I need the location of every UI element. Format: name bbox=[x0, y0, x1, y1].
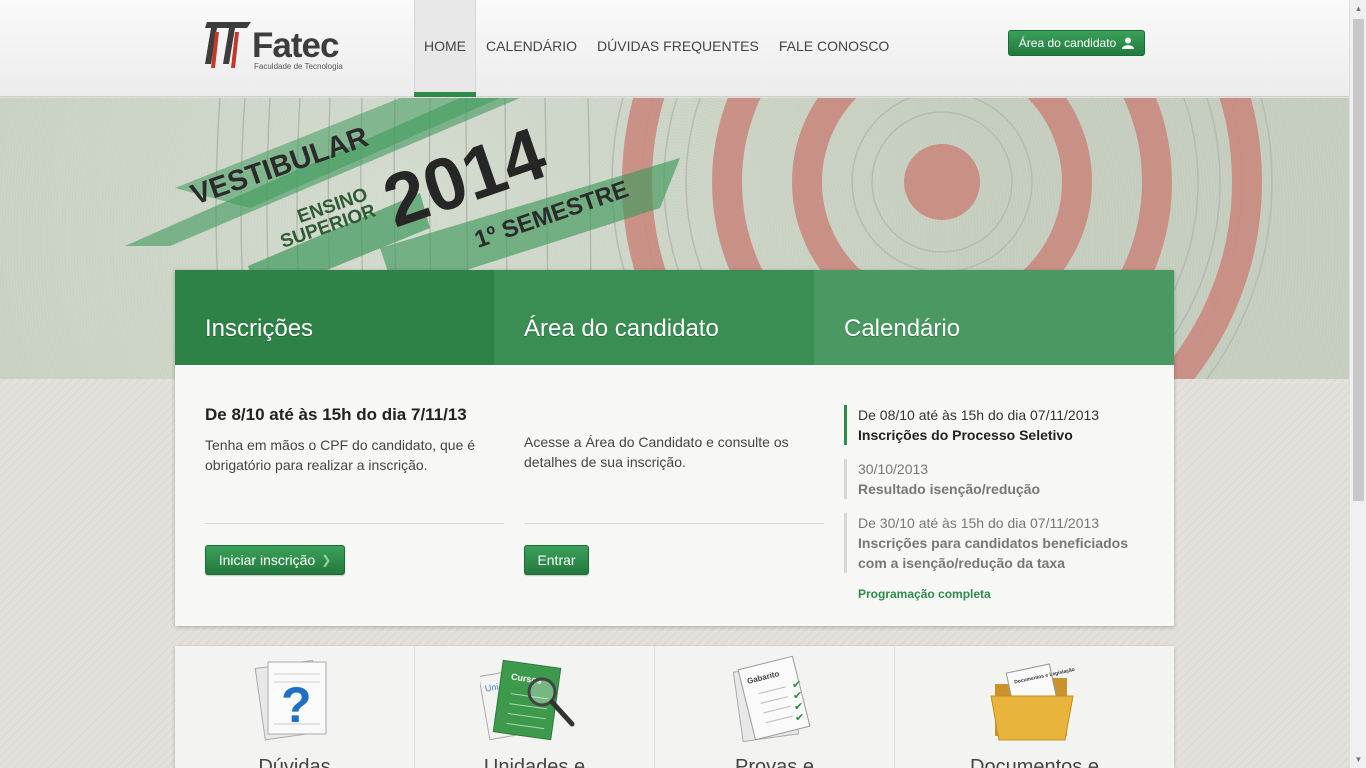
nav-home[interactable]: HOME bbox=[414, 0, 476, 97]
iniciar-inscricao-button[interactable]: Iniciar inscrição ❯ bbox=[205, 545, 345, 575]
answer-sheet-icon: Gabarito ✔✔✔✔ bbox=[732, 655, 810, 743]
calendar-item-date: De 08/10 até às 15h do dia 07/11/2013 bbox=[858, 407, 1100, 423]
tab-area-do-candidato[interactable]: Área do candidato bbox=[494, 270, 814, 365]
entrar-label: Entrar bbox=[537, 552, 576, 568]
calendar-item-title: Inscrições do Processo Seletivo bbox=[858, 427, 1073, 443]
area-divider bbox=[524, 523, 824, 524]
card-duvidas[interactable]: ? Dúvidas bbox=[175, 646, 415, 768]
calendar-item[interactable]: 30/10/2013 Resultado isenção/redução bbox=[844, 459, 1144, 499]
inscricoes-text: Tenha em mãos o CPF do candidato, que é … bbox=[205, 437, 476, 473]
inscricoes-divider bbox=[205, 523, 504, 524]
card-documentos-label: Documentos e bbox=[970, 756, 1099, 768]
chevron-right-icon: ❯ bbox=[321, 553, 332, 567]
page-scrollbar[interactable]: ▲ ▼ bbox=[1349, 0, 1366, 768]
fatec-logo[interactable]: Fatec Faculdade de Tecnologia bbox=[205, 18, 365, 74]
iniciar-inscricao-label: Iniciar inscrição bbox=[218, 552, 316, 568]
logo-subtitle: Faculdade de Tecnologia bbox=[254, 62, 343, 71]
inscricoes-title: De 8/10 até às 15h do dia 7/11/13 bbox=[205, 405, 467, 424]
fatec-logo-mark-icon bbox=[205, 22, 251, 68]
site-header: Fatec Faculdade de Tecnologia HOME CALEN… bbox=[0, 0, 1349, 97]
tab-calendario[interactable]: Calendário bbox=[814, 270, 1174, 365]
courses-list-magnifier-icon: Uni Cursos bbox=[479, 659, 574, 741]
tab-inscricoes[interactable]: Inscrições bbox=[175, 270, 494, 365]
svg-text:✔: ✔ bbox=[795, 711, 804, 724]
calendario-list: De 08/10 até às 15h do dia 07/11/2013 In… bbox=[844, 405, 1144, 601]
card-duvidas-label: Dúvidas bbox=[258, 756, 331, 768]
svg-text:?: ? bbox=[281, 677, 312, 733]
entrar-button[interactable]: Entrar bbox=[524, 545, 589, 575]
bottom-cards: ? Dúvidas Uni Cursos Unidades e Gabarito… bbox=[175, 646, 1174, 768]
main-card: Inscrições Área do candidato Calendário … bbox=[175, 270, 1174, 626]
area-text: Acesse a Área do Candidato e consulte os… bbox=[524, 434, 789, 470]
programacao-completa-link[interactable]: Programação completa bbox=[858, 587, 1144, 601]
calendar-item-title: Resultado isenção/redução bbox=[858, 481, 1041, 497]
logo-text: Fatec bbox=[252, 26, 339, 65]
calendar-item-date: De 30/10 até às 15h do dia 07/11/2013 bbox=[858, 515, 1100, 531]
inscricoes-column: De 8/10 até às 15h do dia 7/11/13 Tenha … bbox=[205, 405, 505, 475]
calendar-item[interactable]: De 08/10 até às 15h do dia 07/11/2013 In… bbox=[844, 405, 1144, 445]
scroll-up-arrow-icon[interactable]: ▲ bbox=[1350, 0, 1366, 17]
area-column: Acesse a Área do Candidato e consulte os… bbox=[524, 405, 824, 472]
card-provas-label: Provas e bbox=[735, 756, 814, 768]
calendar-item-date: 30/10/2013 bbox=[858, 461, 929, 477]
card-unidades[interactable]: Uni Cursos Unidades e bbox=[415, 646, 655, 768]
main-nav: HOME CALENDÁRIO DÚVIDAS FREQUENTES FALE … bbox=[414, 0, 899, 97]
user-icon bbox=[1122, 37, 1135, 49]
nav-fale-conosco[interactable]: FALE CONOSCO bbox=[769, 0, 899, 97]
folder-documents-icon: Documentos e Legislação bbox=[989, 663, 1075, 741]
calendar-item[interactable]: De 30/10 até às 15h do dia 07/11/2013 In… bbox=[844, 513, 1144, 573]
card-unidades-label: Unidades e bbox=[483, 756, 586, 768]
scroll-down-arrow-icon[interactable]: ▼ bbox=[1350, 751, 1366, 768]
card-documentos[interactable]: Documentos e Legislação Documentos e bbox=[895, 646, 1174, 768]
scroll-thumb[interactable] bbox=[1353, 19, 1364, 501]
nav-duvidas-frequentes[interactable]: DÚVIDAS FREQUENTES bbox=[587, 0, 769, 97]
card-provas[interactable]: Gabarito ✔ ✔ ✔ ✔ Provas e bbox=[655, 646, 895, 768]
nav-calendario[interactable]: CALENDÁRIO bbox=[476, 0, 587, 97]
area-button-label: Área do candidato bbox=[1018, 36, 1117, 50]
area-do-candidato-button[interactable]: Área do candidato bbox=[1008, 30, 1145, 56]
card-tabs: Inscrições Área do candidato Calendário bbox=[175, 270, 1174, 365]
question-document-icon: ? bbox=[254, 659, 326, 741]
calendar-item-title: Inscrições para candidatos beneficiados … bbox=[858, 535, 1128, 571]
